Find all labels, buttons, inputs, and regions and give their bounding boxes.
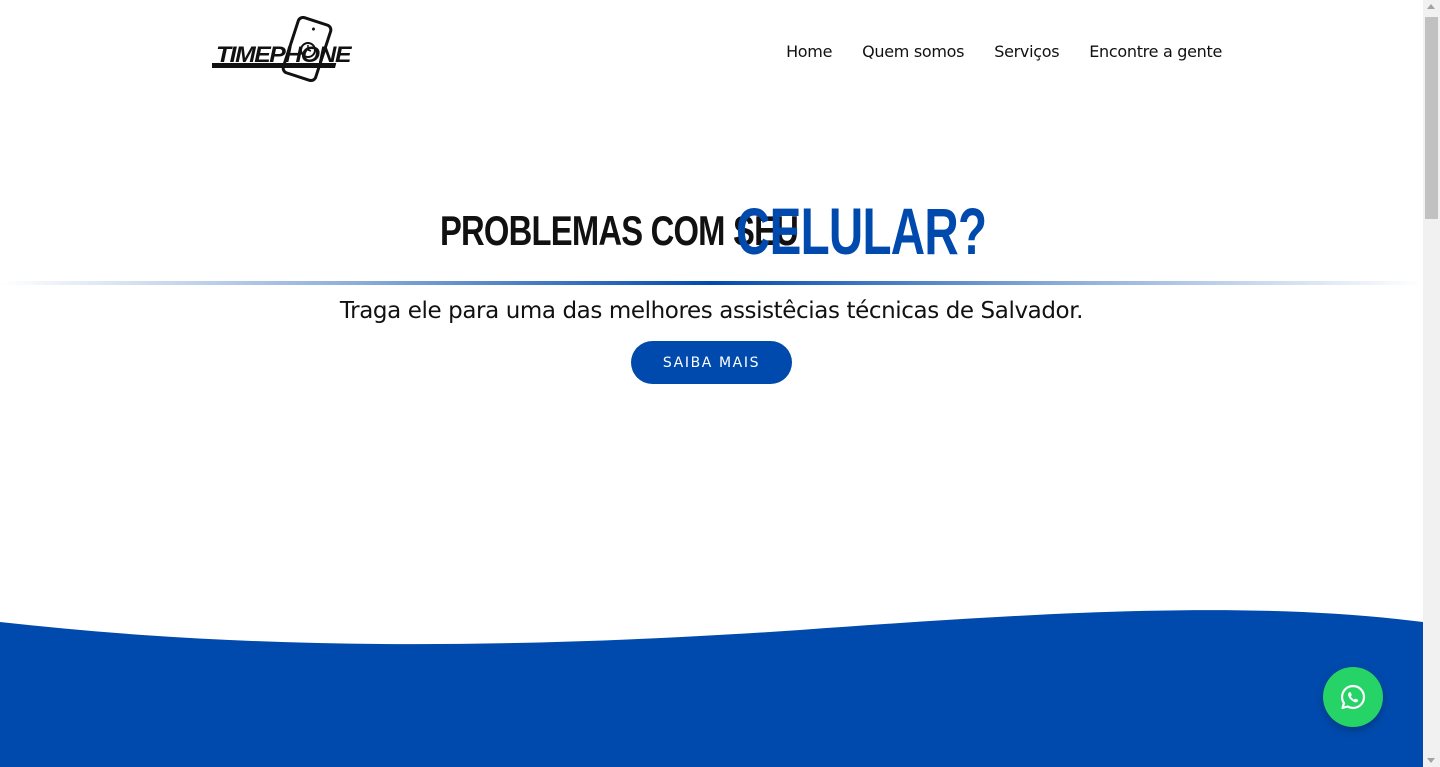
scroll-up-arrow-icon[interactable] [1427,4,1435,9]
logo-text: TIMEPHONE [216,42,353,67]
blue-wave-section [0,610,1423,767]
nav-home[interactable]: Home [786,42,832,61]
whatsapp-icon [1341,684,1366,710]
page: TIMEPHONE Home Quem somos Serviços Encon… [0,0,1423,767]
main-nav: Home Quem somos Serviços Encontre a gent… [786,42,1222,61]
hero-headline: PROBLEMAS COM SEUCELULAR? [0,198,1423,264]
nav-quem-somos[interactable]: Quem somos [862,42,964,61]
vertical-scrollbar[interactable] [1423,0,1440,767]
saiba-mais-button[interactable]: SAIBA MAIS [631,341,792,384]
nav-encontre-a-gente[interactable]: Encontre a gente [1089,42,1222,61]
gradient-divider [0,281,1423,285]
headline-blue: CELULAR? [736,194,987,268]
nav-servicos[interactable]: Serviços [994,42,1059,61]
hero-subtitle: Traga ele para uma das melhores assistêc… [339,298,1084,324]
whatsapp-button[interactable] [1323,667,1383,727]
timephone-logo[interactable]: TIMEPHONE [201,15,354,86]
scrollbar-thumb[interactable] [1425,17,1438,219]
scroll-down-arrow-icon[interactable] [1427,758,1435,763]
